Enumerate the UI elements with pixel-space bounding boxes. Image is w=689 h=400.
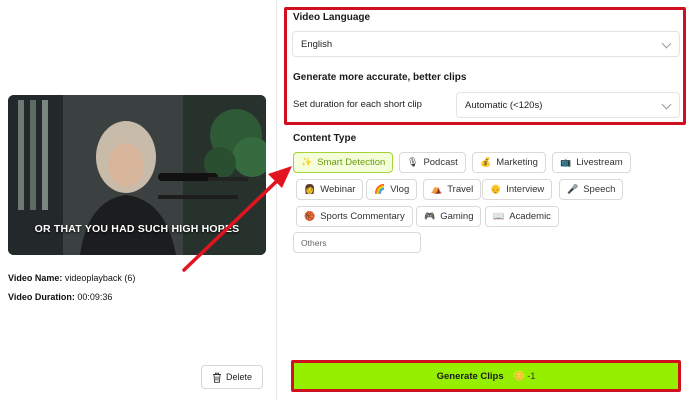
content-type-academic[interactable]: 📖 Academic xyxy=(485,206,559,227)
chip-label: Marketing xyxy=(496,157,538,168)
rainbow-icon: 🌈 xyxy=(374,184,386,194)
content-type-travel[interactable]: ⛺ Travel xyxy=(423,179,482,200)
chip-label: Travel xyxy=(447,184,474,195)
video-duration-label: Video Duration: xyxy=(8,292,75,302)
content-type-webinar[interactable]: 👩 Webinar xyxy=(296,179,364,200)
video-name: Video Name: videoplayback (6) xyxy=(8,273,135,283)
basketball-icon: 🏀 xyxy=(304,211,316,221)
coin-icon: 🪙 xyxy=(513,370,525,381)
video-duration-value: 00:09:36 xyxy=(77,292,113,302)
generate-clips-label: Generate Clips xyxy=(436,370,504,382)
content-type-others-input[interactable]: Others xyxy=(293,232,421,253)
chevron-down-icon xyxy=(661,99,672,110)
content-type-gaming[interactable]: 🎮 Gaming xyxy=(416,206,482,227)
video-language-title: Video Language xyxy=(293,12,371,23)
chip-label: Speech xyxy=(583,184,616,195)
generate-highlight: Generate Clips 🪙 -1 xyxy=(291,360,681,392)
trash-icon xyxy=(212,372,221,383)
gamepad-icon: 🎮 xyxy=(424,211,436,221)
chip-label: Academic xyxy=(509,211,551,222)
content-type-sports-commentary[interactable]: 🏀 Sports Commentary xyxy=(296,206,413,227)
content-type-interview[interactable]: 👴 Interview xyxy=(482,179,553,200)
person-icon: 👴 xyxy=(490,184,502,194)
credit-value: -1 xyxy=(527,370,536,381)
sparkle-icon: ✨ xyxy=(301,157,313,167)
video-name-value: videoplayback (6) xyxy=(64,273,136,283)
content-type-marketing[interactable]: 💰 Marketing xyxy=(472,152,546,173)
video-thumbnail[interactable]: OR THAT YOU HAD SUCH HIGH HOPES xyxy=(8,95,266,255)
chip-label: Sports Commentary xyxy=(320,211,405,222)
chip-label: Vlog xyxy=(390,184,410,195)
chip-label: Livestream xyxy=(576,157,623,168)
clips-section-title: Generate more accurate, better clips xyxy=(293,72,467,83)
video-preview-panel: OR THAT YOU HAD SUCH HIGH HOPES Video Na… xyxy=(0,0,277,400)
person-icon: 👩 xyxy=(304,184,316,194)
video-caption: OR THAT YOU HAD SUCH HIGH HOPES xyxy=(34,223,240,235)
delete-label: Delete xyxy=(225,372,252,382)
content-type-podcast[interactable]: 🎙 Podcast xyxy=(399,152,466,173)
delete-button[interactable]: Delete xyxy=(201,365,263,389)
content-type-vlog[interactable]: 🌈 Vlog xyxy=(366,179,418,200)
chip-label: Interview xyxy=(506,184,545,195)
microphone-icon: 🎙 xyxy=(407,157,419,167)
clip-duration-value: Automatic (<120s) xyxy=(465,99,543,111)
content-type-speech[interactable]: 🎤 Speech xyxy=(559,179,624,200)
tv-icon: 📺 xyxy=(560,157,572,167)
chip-label: Podcast xyxy=(423,157,458,168)
chevron-down-icon xyxy=(661,38,672,49)
book-icon: 📖 xyxy=(493,211,505,221)
video-name-label: Video Name: xyxy=(8,273,63,283)
content-type-livestream[interactable]: 📺 Livestream xyxy=(552,152,631,173)
generate-clips-button[interactable]: Generate Clips 🪙 -1 xyxy=(294,363,678,389)
clip-duration-label: Set duration for each short clip xyxy=(293,99,422,110)
money-bag-icon: 💰 xyxy=(480,157,492,167)
microphone-icon: 🎤 xyxy=(567,184,579,194)
credit-cost: 🪙 -1 xyxy=(514,371,536,382)
others-placeholder: Others xyxy=(301,237,327,248)
chip-label: Webinar xyxy=(320,184,356,195)
chip-label: Gaming xyxy=(440,211,474,222)
content-type-title: Content Type xyxy=(293,133,357,144)
tent-icon: ⛺ xyxy=(431,184,443,194)
video-language-select[interactable]: English xyxy=(292,31,680,57)
clip-duration-select[interactable]: Automatic (<120s) xyxy=(456,92,680,118)
content-type-smart-detection[interactable]: ✨ Smart Detection xyxy=(293,152,394,173)
chip-label: Smart Detection xyxy=(317,157,386,168)
video-duration: Video Duration: 00:09:36 xyxy=(8,292,112,302)
video-language-value: English xyxy=(301,38,333,50)
